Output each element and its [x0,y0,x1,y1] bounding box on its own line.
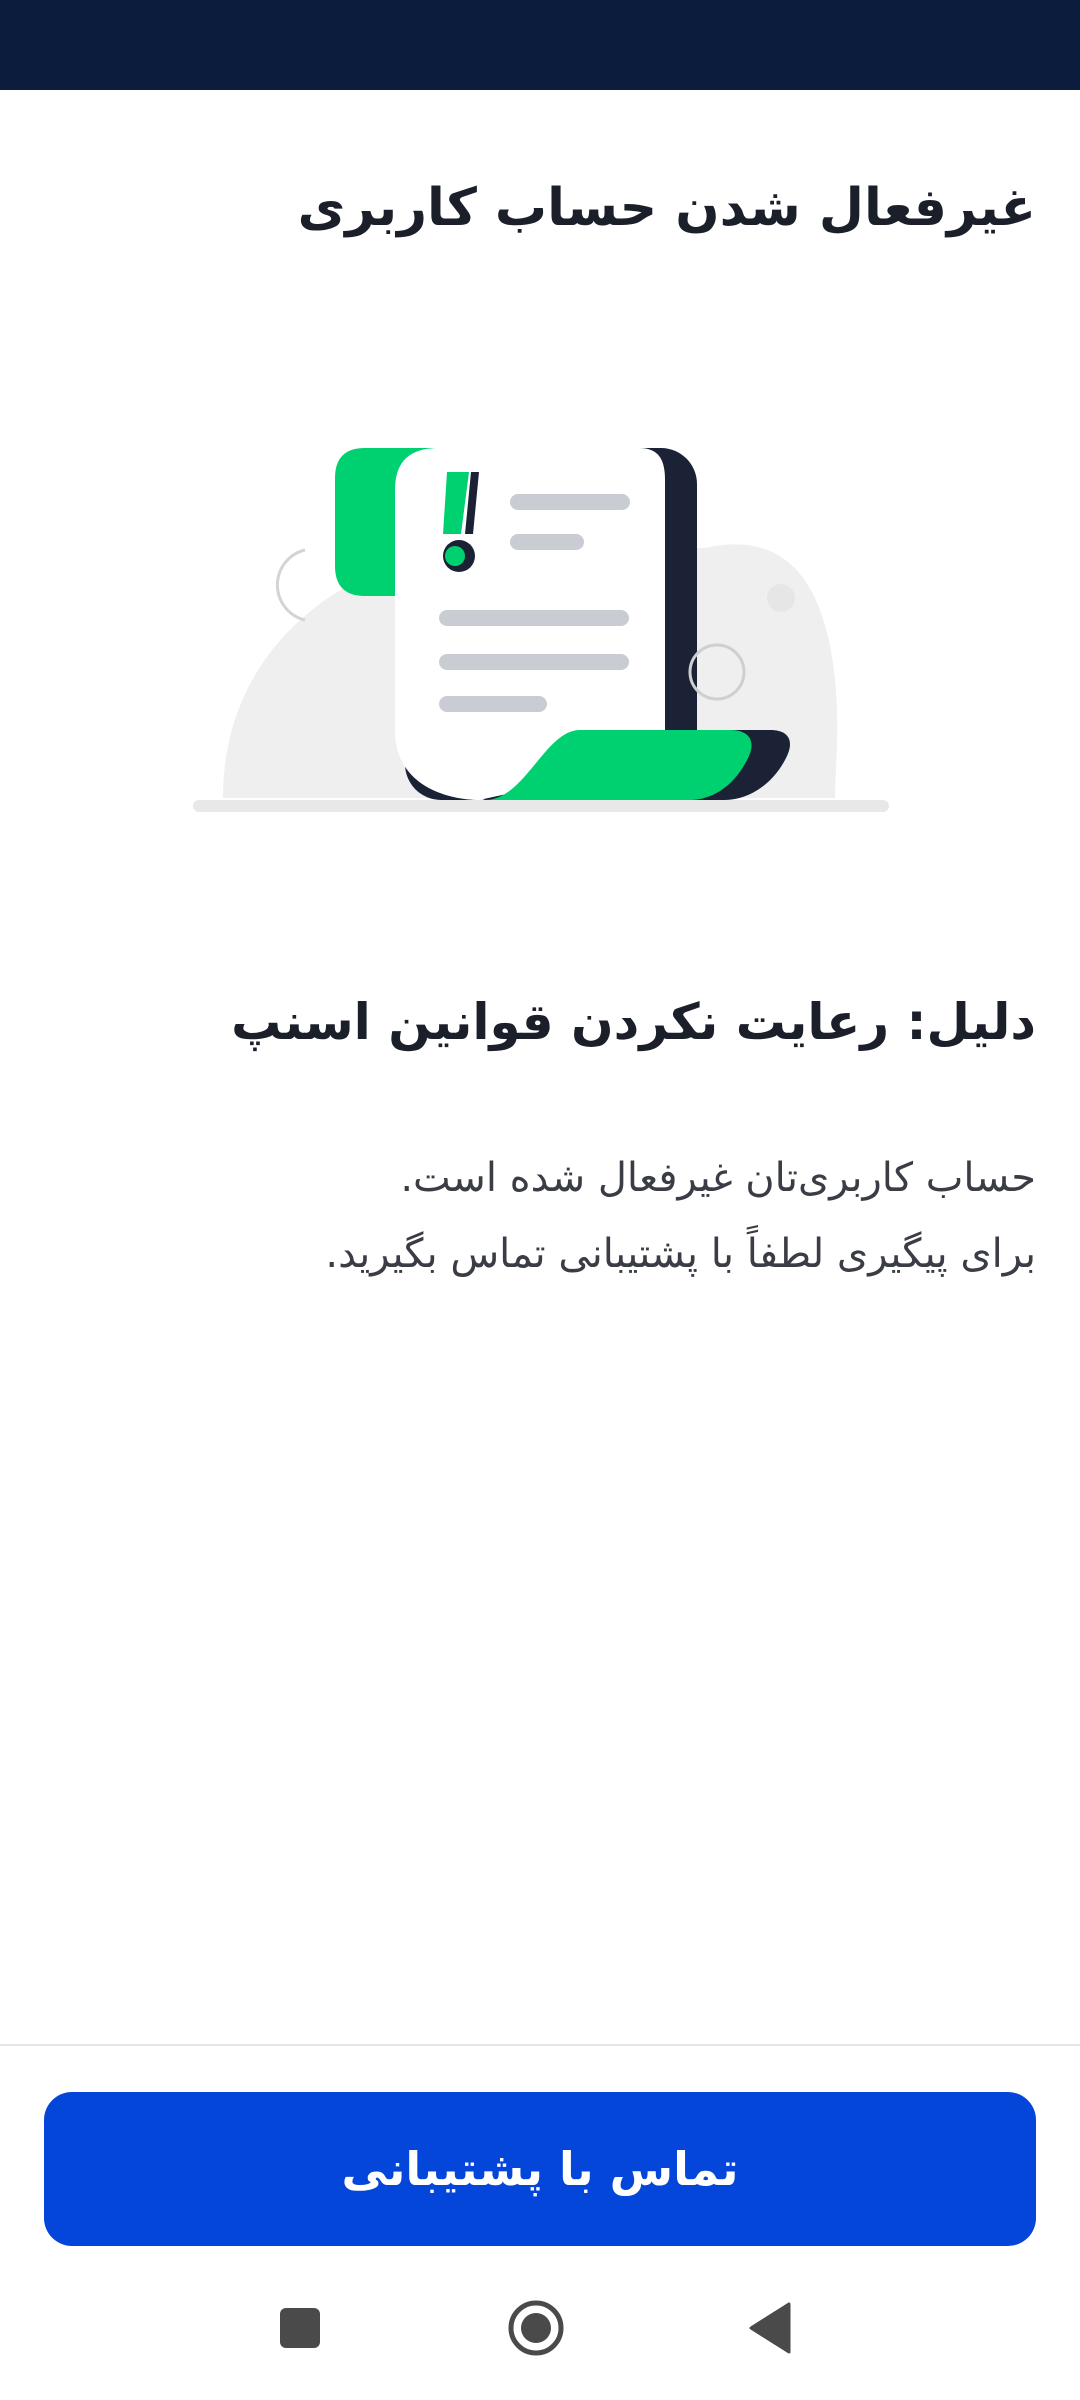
recent-apps-button[interactable] [240,2270,360,2390]
square-icon [278,2306,322,2354]
home-button[interactable] [476,2270,596,2390]
back-button[interactable] [710,2270,830,2390]
contact-support-button[interactable]: تماس با پشتیبانی [44,2092,1036,2246]
circle-home-icon [506,2298,566,2362]
status-bar [0,0,1080,90]
page-title: غیرفعال شدن حساب کاربری [297,178,1036,238]
system-navigation-bar [0,2270,1080,2400]
suspension-message: حساب کاربری‌تان غیرفعال شده است. برای پی… [46,1140,1036,1292]
account-suspended-screen: غیرفعال شدن حساب کاربری دلیل: رعایت نکرد… [0,0,1080,2400]
footer-divider [0,2044,1080,2046]
message-line-2: برای پیگیری لطفاً با پشتیبانی تماس بگیری… [325,1231,1036,1277]
triangle-back-icon [747,2302,793,2358]
message-line-1: حساب کاربری‌تان غیرفعال شده است. [400,1155,1036,1201]
suspension-reason: دلیل: رعایت نکردن قوانین اسنپ [231,993,1036,1051]
suspended-document-illustration [185,430,895,830]
